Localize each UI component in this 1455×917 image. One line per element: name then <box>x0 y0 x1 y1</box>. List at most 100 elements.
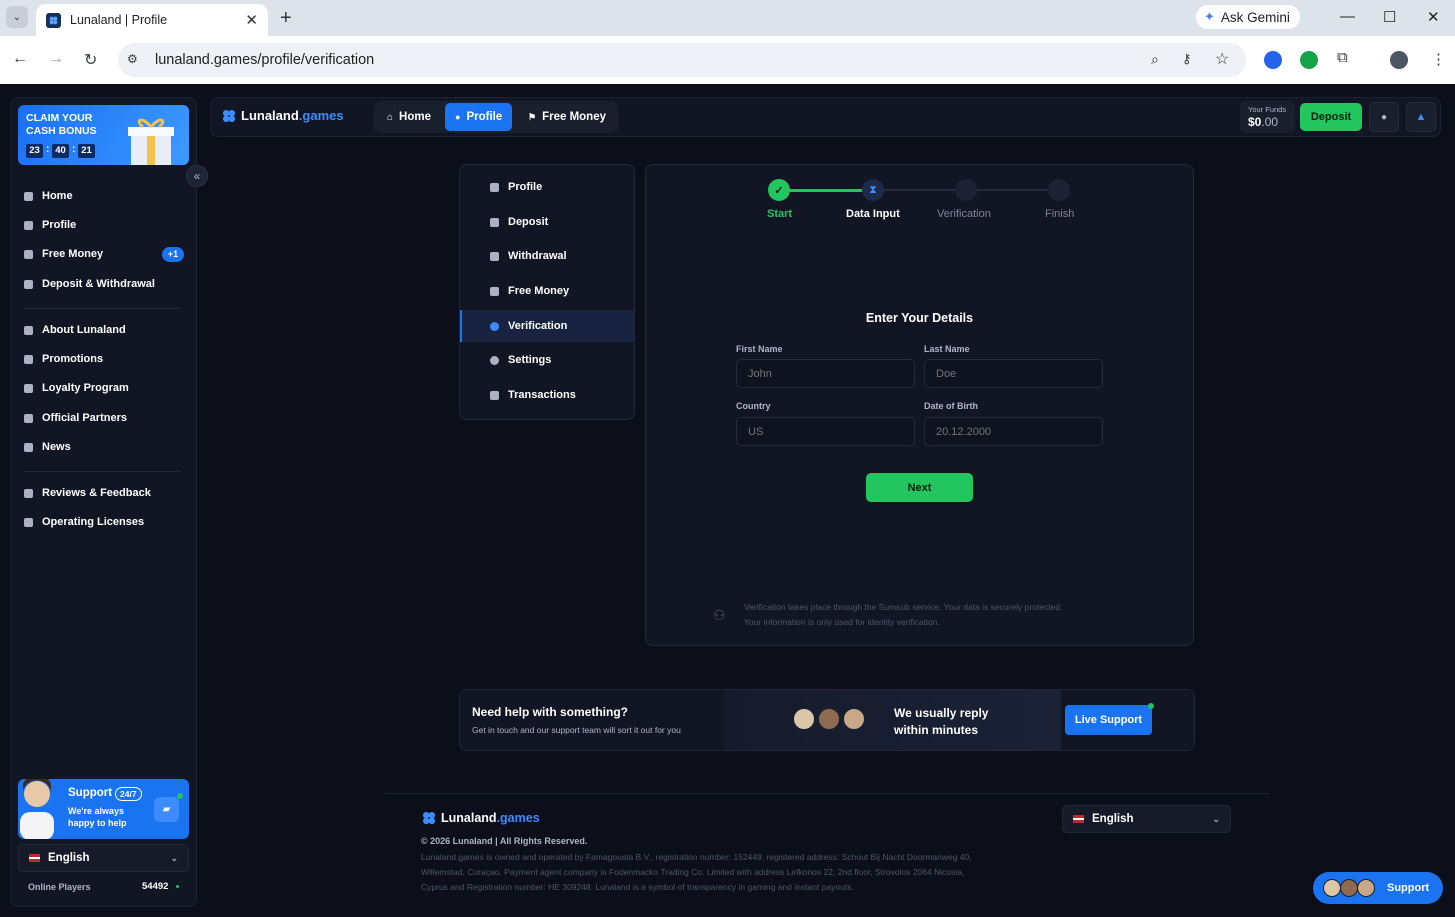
tab-label: Profile <box>466 111 503 123</box>
last-name-input[interactable] <box>924 359 1103 388</box>
account-icon[interactable]: ● <box>1369 102 1399 132</box>
language-select[interactable]: English ⌄ <box>18 844 189 872</box>
sidebar-item-deposit-withdrawal[interactable]: Deposit & Withdrawal <box>24 278 155 290</box>
site-logo[interactable]: Lunaland.games <box>222 108 344 123</box>
home-icon <box>24 191 33 201</box>
sidebar-item-partners[interactable]: Official Partners <box>24 412 127 424</box>
sidebar-item-loyalty[interactable]: Loyalty Program <box>24 382 129 394</box>
user-icon <box>24 220 33 230</box>
sidebar-divider <box>24 471 181 472</box>
verification-note-1: Verification takes place through the Sum… <box>744 602 1063 612</box>
tab-label: Home <box>399 111 431 123</box>
footer-logo[interactable]: Lunaland.games <box>422 811 540 825</box>
extensions-puzzle-icon[interactable]: ⧉ <box>1337 49 1348 66</box>
tab-search-button[interactable]: ⌄ <box>6 6 28 28</box>
first-name-input[interactable] <box>736 359 915 388</box>
menu-item-withdrawal[interactable]: Withdrawal <box>490 250 567 262</box>
cash-bonus-banner[interactable]: CLAIM YOUR CASH BONUS 23 : 40 : 21 <box>18 105 189 165</box>
step-label-start: Start <box>767 208 793 220</box>
sidebar-item-reviews[interactable]: Reviews & Feedback <box>24 487 151 499</box>
tab-profile[interactable]: ● Profile <box>445 103 513 131</box>
verification-card <box>645 164 1194 646</box>
sidebar-item-promotions[interactable]: Promotions <box>24 353 103 365</box>
floating-support-button[interactable]: Support <box>1313 872 1443 904</box>
sidebar-item-profile[interactable]: Profile <box>24 219 76 231</box>
close-tab-icon[interactable]: ✕ <box>245 11 258 29</box>
language-value: English <box>48 852 90 864</box>
first-name-label: First Name <box>736 344 783 354</box>
browser-menu-icon[interactable]: ⋮ <box>1431 50 1446 68</box>
sidebar-item-label: Official Partners <box>42 412 127 424</box>
deposit-button[interactable]: Deposit <box>1300 103 1362 131</box>
live-support-button[interactable]: Live Support <box>1065 705 1152 735</box>
grammarly-icon[interactable] <box>1300 51 1318 69</box>
tab-free-money[interactable]: ⚑ Free Money <box>518 103 616 131</box>
maximize-icon[interactable]: ☐ <box>1383 8 1396 26</box>
sidebar-item-free-money[interactable]: Free Money <box>24 248 103 260</box>
support-title: Support <box>68 787 113 799</box>
step-label-verification: Verification <box>937 208 991 220</box>
bookmark-star-icon[interactable]: ☆ <box>1215 49 1229 69</box>
tab-home[interactable]: ⌂ Home <box>377 103 441 131</box>
sidebar-item-licenses[interactable]: Operating Licenses <box>24 516 144 528</box>
reload-icon[interactable]: ↻ <box>84 50 97 70</box>
stepper-line <box>977 189 1048 191</box>
menu-item-profile[interactable]: Profile <box>490 181 542 193</box>
url-text: lunaland.games/profile/verification <box>155 52 375 68</box>
back-icon[interactable]: ← <box>12 50 28 68</box>
clover-icon <box>24 325 33 335</box>
close-window-icon[interactable]: ✕ <box>1427 8 1440 26</box>
bell-icon[interactable]: ▲ <box>1406 102 1436 132</box>
verification-note-2: Your information is only used for identi… <box>744 617 940 627</box>
collapse-sidebar-button[interactable]: « <box>186 165 208 187</box>
form-title: Enter Your Details <box>865 311 974 325</box>
menu-item-label: Settings <box>508 354 552 366</box>
new-tab-icon[interactable]: + <box>280 7 292 30</box>
step-finish-dot <box>1048 179 1070 201</box>
timer-hours: 23 <box>26 144 43 158</box>
key-icon[interactable]: ⚷ <box>1182 51 1192 67</box>
last-name-label: Last Name <box>924 344 970 354</box>
sidebar-item-label: Home <box>42 190 73 202</box>
sidebar-item-label: Free Money <box>42 248 104 260</box>
forward-icon[interactable]: → <box>48 50 64 68</box>
menu-item-label: Transactions <box>508 389 576 401</box>
menu-item-deposit[interactable]: Deposit <box>490 216 548 228</box>
browser-tab[interactable]: Lunaland | Profile ✕ <box>36 4 268 36</box>
ask-gemini-button[interactable]: ✦ Ask Gemini <box>1196 5 1300 29</box>
support-chat-icon[interactable]: ▰ <box>154 797 179 822</box>
step-verification-dot <box>955 179 977 201</box>
site-info-icon[interactable]: ⚙ <box>127 52 138 66</box>
minimize-icon[interactable]: — <box>1340 8 1355 25</box>
help-title: Need help with something? <box>472 705 629 719</box>
menu-item-verification[interactable]: Verification <box>490 320 567 332</box>
sidebar-item-about[interactable]: About Lunaland <box>24 324 126 336</box>
zoom-icon[interactable]: ⌕ <box>1151 51 1159 68</box>
receipt-icon <box>490 390 499 400</box>
logo-text: Lunaland <box>241 108 299 123</box>
address-bar[interactable]: lunaland.games/profile/verification <box>118 43 1246 77</box>
funds-box: Your Funds $0.00 <box>1240 101 1295 133</box>
sidebar-item-news[interactable]: News <box>24 441 71 453</box>
footer-legal-3: Cyprus and Registration number: HE 30924… <box>421 882 854 892</box>
menu-item-free-money[interactable]: Free Money <box>490 285 569 297</box>
extension-icon[interactable] <box>1264 51 1282 69</box>
profile-avatar-icon[interactable] <box>1390 51 1408 69</box>
next-button[interactable]: Next <box>866 473 973 502</box>
support-line2: happy to help <box>68 818 127 828</box>
support-badge: 24/7 <box>115 787 142 801</box>
sidebar-item-home[interactable]: Home <box>24 190 73 202</box>
dob-input[interactable] <box>924 417 1103 446</box>
menu-item-transactions[interactable]: Transactions <box>490 389 576 401</box>
menu-item-settings[interactable]: Settings <box>490 354 551 366</box>
timer-seconds: 21 <box>78 144 95 158</box>
sidebar-item-label: Loyalty Program <box>42 382 129 394</box>
promo-line1: CLAIM YOUR <box>26 112 93 124</box>
footer-copyright: © 2026 Lunaland | All Rights Reserved. <box>421 836 588 846</box>
footer-language-select[interactable]: English ⌄ <box>1062 805 1231 833</box>
chat-icon <box>24 488 33 498</box>
agent-avatar <box>792 707 816 731</box>
support-card[interactable]: Support 24/7 We're always happy to help … <box>18 779 189 839</box>
country-input[interactable] <box>736 417 915 446</box>
sidebar-item-label: Promotions <box>42 353 104 365</box>
